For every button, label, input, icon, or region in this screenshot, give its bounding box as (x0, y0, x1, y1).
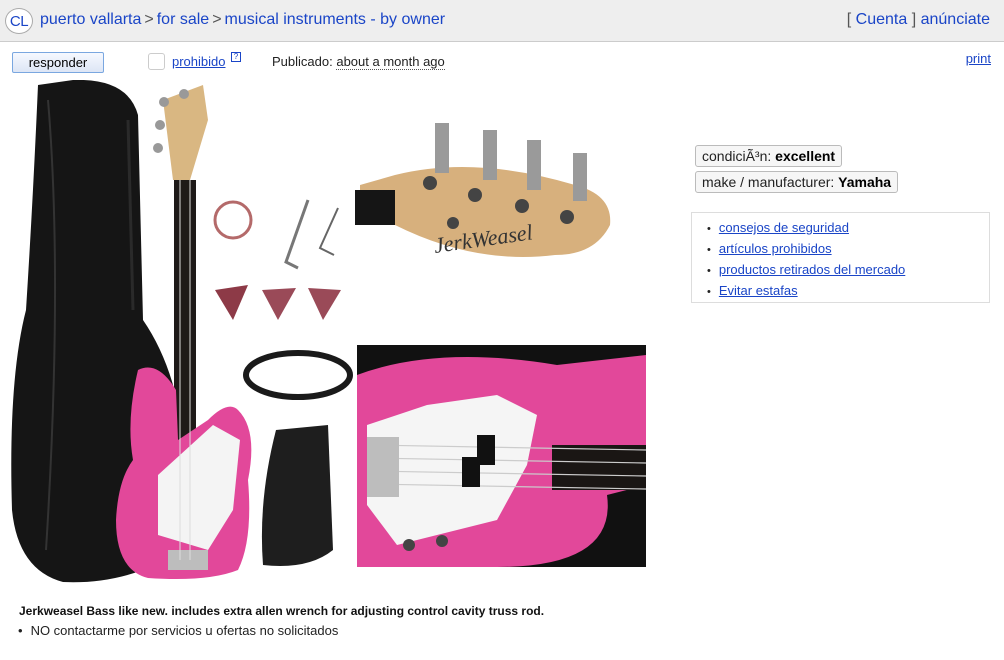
avoid-scams-link[interactable]: Evitar estafas (719, 283, 798, 298)
body-photo[interactable] (357, 345, 646, 567)
post-ad-link[interactable]: anúnciate (921, 11, 990, 28)
bracket-open: [ (846, 11, 852, 28)
breadcrumb-subcategory[interactable]: musical instruments - by owner (225, 11, 446, 28)
attribute-manufacturer: make / manufacturer: Yamaha (695, 171, 899, 197)
bracket-close: ] (911, 11, 917, 28)
posting-notice: NO contactarme por servicios u ofertas n… (18, 623, 339, 638)
site-header: CL puerto vallarta > for sale > musical inst… (0, 0, 1004, 42)
breadcrumb-separator: > (144, 11, 154, 28)
attribute-condition: condiciÃ³n: excellent (695, 145, 898, 171)
craigslist-logo[interactable]: CL (5, 8, 33, 34)
flag-help-icon[interactable]: ? (231, 52, 241, 62)
list-item: artículos prohibidos (707, 239, 989, 260)
attribute-value: Yamaha (838, 174, 892, 190)
breadcrumb-separator: > (212, 11, 222, 28)
list-item: productos retirados del mercado (707, 260, 989, 281)
breadcrumb-city[interactable]: puerto vallarta (40, 11, 141, 28)
flag-checkbox[interactable] (148, 53, 165, 70)
list-item: consejos de seguridad (707, 218, 989, 239)
flag-prohibited-link[interactable]: prohibido (172, 54, 226, 69)
reply-button[interactable]: responder (12, 52, 104, 73)
prohibited-items-link[interactable]: artículos prohibidos (719, 241, 832, 256)
posted-label: Publicado: (272, 54, 333, 69)
safety-tips-box: consejos de seguridad artículos prohibid… (691, 212, 990, 303)
posted-date: Publicado: about a month ago (272, 54, 445, 70)
account-link[interactable]: Cuenta (856, 11, 908, 28)
headstock-photo[interactable]: JerkWeasel (355, 105, 617, 275)
attributes-panel: condiciÃ³n: excellent make / manufacture… (695, 145, 899, 197)
posting-body: Jerkweasel Bass like new. includes extra… (19, 604, 545, 618)
list-item: Evitar estafas (707, 281, 989, 302)
attribute-value: excellent (775, 148, 836, 164)
main-photo[interactable] (8, 80, 353, 590)
print-link[interactable]: print (966, 51, 991, 66)
safety-tips-link[interactable]: consejos de seguridad (719, 220, 849, 235)
breadcrumb: puerto vallarta > for sale > musical instrum… (40, 11, 445, 29)
account-nav: [ Cuenta ] anúnciate (847, 11, 990, 29)
posted-time: about a month ago (336, 54, 445, 70)
breadcrumb-category[interactable]: for sale (157, 11, 209, 28)
attribute-key: condiciÃ³n: (702, 148, 772, 164)
recalled-products-link[interactable]: productos retirados del mercado (719, 262, 905, 277)
attribute-key: make / manufacturer: (702, 174, 835, 190)
